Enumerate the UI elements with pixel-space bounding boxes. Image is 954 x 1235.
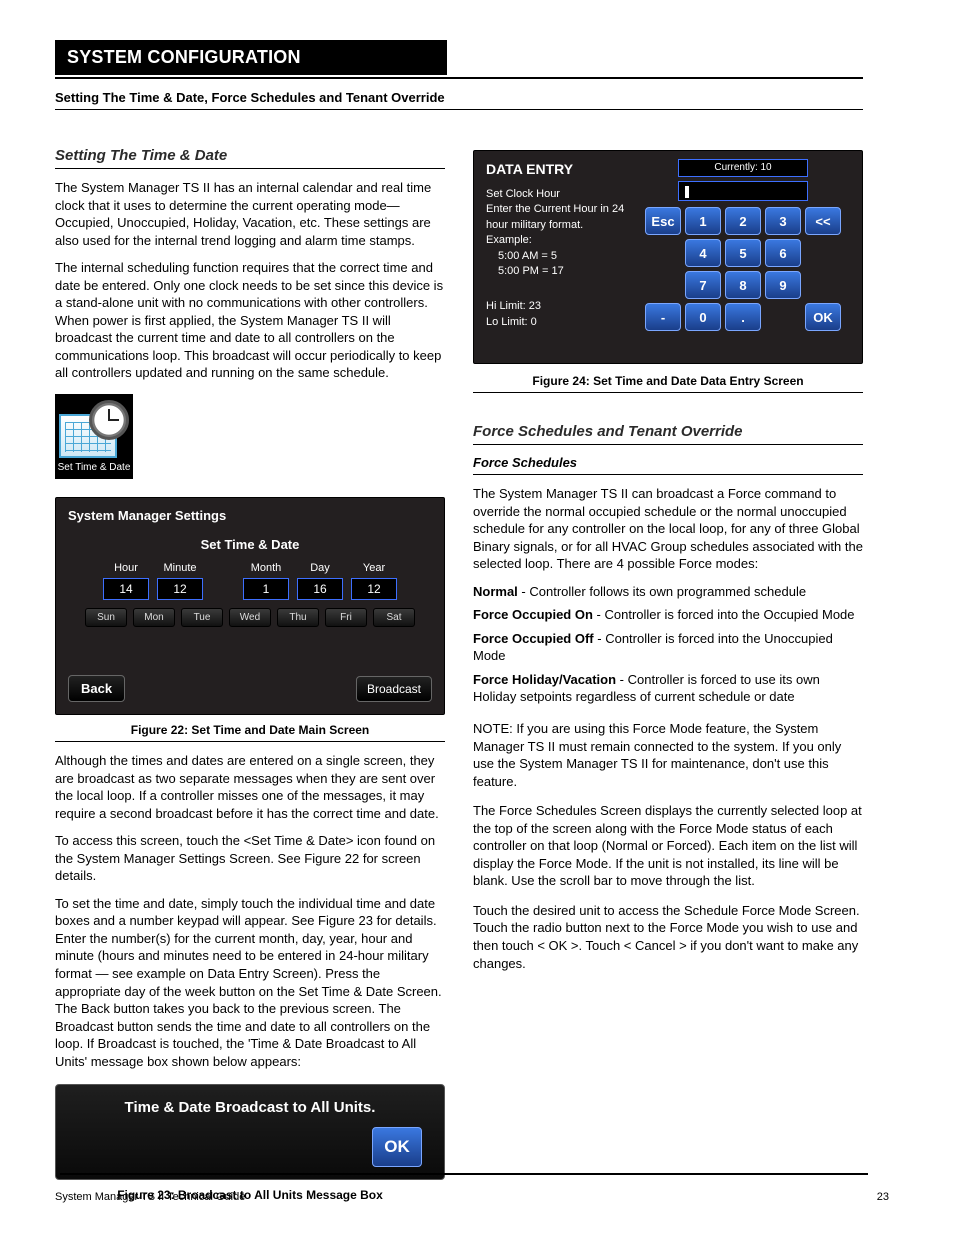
title-rule	[55, 77, 863, 79]
currently-display: Currently: 10	[678, 159, 808, 177]
de-hilimit: Hi Limit: 23	[486, 299, 626, 314]
text-cursor-icon	[685, 186, 689, 198]
year-input[interactable]: 12	[351, 578, 397, 600]
day-sat-button[interactable]: Sat	[373, 608, 415, 627]
year-label: Year	[363, 562, 385, 574]
day-tue-button[interactable]: Tue	[181, 608, 223, 627]
mode-foron-label: Force Occupied On	[473, 607, 593, 622]
keypad-8-button[interactable]: 8	[725, 271, 761, 299]
month-input[interactable]: 1	[243, 578, 289, 600]
keypad-5-button[interactable]: 5	[725, 239, 761, 267]
right-subheader-rule-1	[473, 444, 863, 445]
panel-title: System Manager Settings	[68, 508, 432, 523]
figure-24-caption: Figure 24: Set Time and Date Data Entry …	[473, 374, 863, 388]
data-entry-panel: DATA ENTRY Set Clock Hour Enter the Curr…	[473, 150, 863, 364]
right-body4: Touch the desired unit to access the Sch…	[473, 902, 863, 972]
mode-foroff-label: Force Occupied Off	[473, 631, 594, 646]
minute-input[interactable]: 12	[157, 578, 203, 600]
figure-24-rule	[473, 392, 863, 393]
mode-forvac-label: Force Holiday/Vacation	[473, 672, 616, 687]
broadcast-button[interactable]: Broadcast	[356, 676, 432, 702]
right-subheader-rule-2	[473, 474, 863, 475]
right-subheader: Force Schedules and Tenant Override	[473, 423, 863, 440]
keypad-backspace-button[interactable]: <<	[805, 207, 841, 235]
day-wed-button[interactable]: Wed	[229, 608, 271, 627]
right-body1: The System Manager TS II can broadcast a…	[473, 485, 863, 573]
left-body3: To access this screen, touch the <Set Ti…	[55, 832, 445, 885]
left-body4: To set the time and date, simply touch t…	[55, 895, 445, 1070]
keypad-6-button[interactable]: 6	[765, 239, 801, 267]
set-time-date-icon: Set Time & Date	[55, 394, 133, 474]
left-subheader: Setting The Time & Date	[55, 147, 445, 164]
keypad-ok-button[interactable]: OK	[805, 303, 841, 331]
keypad-2-button[interactable]: 2	[725, 207, 761, 235]
left-body2: Although the times and dates are entered…	[55, 752, 445, 822]
de-line1: Set Clock Hour	[486, 187, 626, 202]
day-mon-button[interactable]: Mon	[133, 608, 175, 627]
right-note: NOTE: If you are using this Force Mode f…	[473, 720, 863, 790]
broadcast-ok-button[interactable]: OK	[372, 1127, 422, 1167]
footer-left: System Manager TS II Technical Guide	[55, 1191, 245, 1203]
de-lolimit: Lo Limit: 0	[486, 315, 626, 330]
mode-foron-text: - Controller is forced into the Occupied…	[597, 607, 855, 622]
chapter-subtitle: Setting The Time & Date, Force Schedules…	[55, 90, 445, 105]
keypad-9-button[interactable]: 9	[765, 271, 801, 299]
keypad-4-button[interactable]: 4	[685, 239, 721, 267]
keypad-1-button[interactable]: 1	[685, 207, 721, 235]
broadcast-ok-message: Time & Date Broadcast to All Units.	[125, 1099, 376, 1116]
keypad-neg-button[interactable]: -	[645, 303, 681, 331]
hour-input[interactable]: 14	[103, 578, 149, 600]
day-input[interactable]: 16	[297, 578, 343, 600]
left-para2: The internal scheduling function require…	[55, 259, 445, 382]
minute-label: Minute	[163, 562, 196, 574]
figure-22-rule	[55, 741, 445, 742]
set-time-panel: System Manager Settings Set Time & Date …	[55, 497, 445, 715]
keypad-3-button[interactable]: 3	[765, 207, 801, 235]
page-footer: System Manager TS II Technical Guide 23	[55, 1191, 889, 1203]
right-body3: The Force Schedules Screen displays the …	[473, 802, 863, 890]
keypad-0-button[interactable]: 0	[685, 303, 721, 331]
de-ex2: 5:00 PM = 17	[486, 264, 626, 279]
section-title-bar: SYSTEM CONFIGURATION	[55, 40, 447, 75]
month-label: Month	[251, 562, 282, 574]
force-schedules-hdr: Force Schedules	[473, 455, 863, 470]
subtitle-rule	[55, 109, 863, 110]
de-line3: Example:	[486, 233, 626, 248]
icon-label: Set Time & Date	[55, 461, 133, 474]
footer-page-number: 23	[877, 1191, 889, 1203]
data-entry-input[interactable]	[678, 181, 808, 201]
footer-rule	[60, 1173, 868, 1175]
broadcast-ok-dialog: Time & Date Broadcast to All Units. OK	[55, 1084, 445, 1180]
left-para1: The System Manager TS II has an internal…	[55, 179, 445, 249]
day-sun-button[interactable]: Sun	[85, 608, 127, 627]
keypad-7-button[interactable]: 7	[685, 271, 721, 299]
day-fri-button[interactable]: Fri	[325, 608, 367, 627]
de-line2: Enter the Current Hour in 24 hour milita…	[486, 202, 626, 233]
day-thu-button[interactable]: Thu	[277, 608, 319, 627]
figure-22-caption: Figure 22: Set Time and Date Main Screen	[55, 723, 445, 737]
keypad-esc-button[interactable]: Esc	[645, 207, 681, 235]
day-label: Day	[310, 562, 330, 574]
de-ex1: 5:00 AM = 5	[486, 249, 626, 264]
left-subheader-rule	[55, 168, 445, 169]
panel-subtitle: Set Time & Date	[68, 537, 432, 552]
keypad-dot-button[interactable]: .	[725, 303, 761, 331]
hour-label: Hour	[114, 562, 138, 574]
mode-normal-text: - Controller follows its own programmed …	[521, 584, 806, 599]
back-button[interactable]: Back	[68, 675, 125, 702]
mode-normal-label: Normal	[473, 584, 518, 599]
